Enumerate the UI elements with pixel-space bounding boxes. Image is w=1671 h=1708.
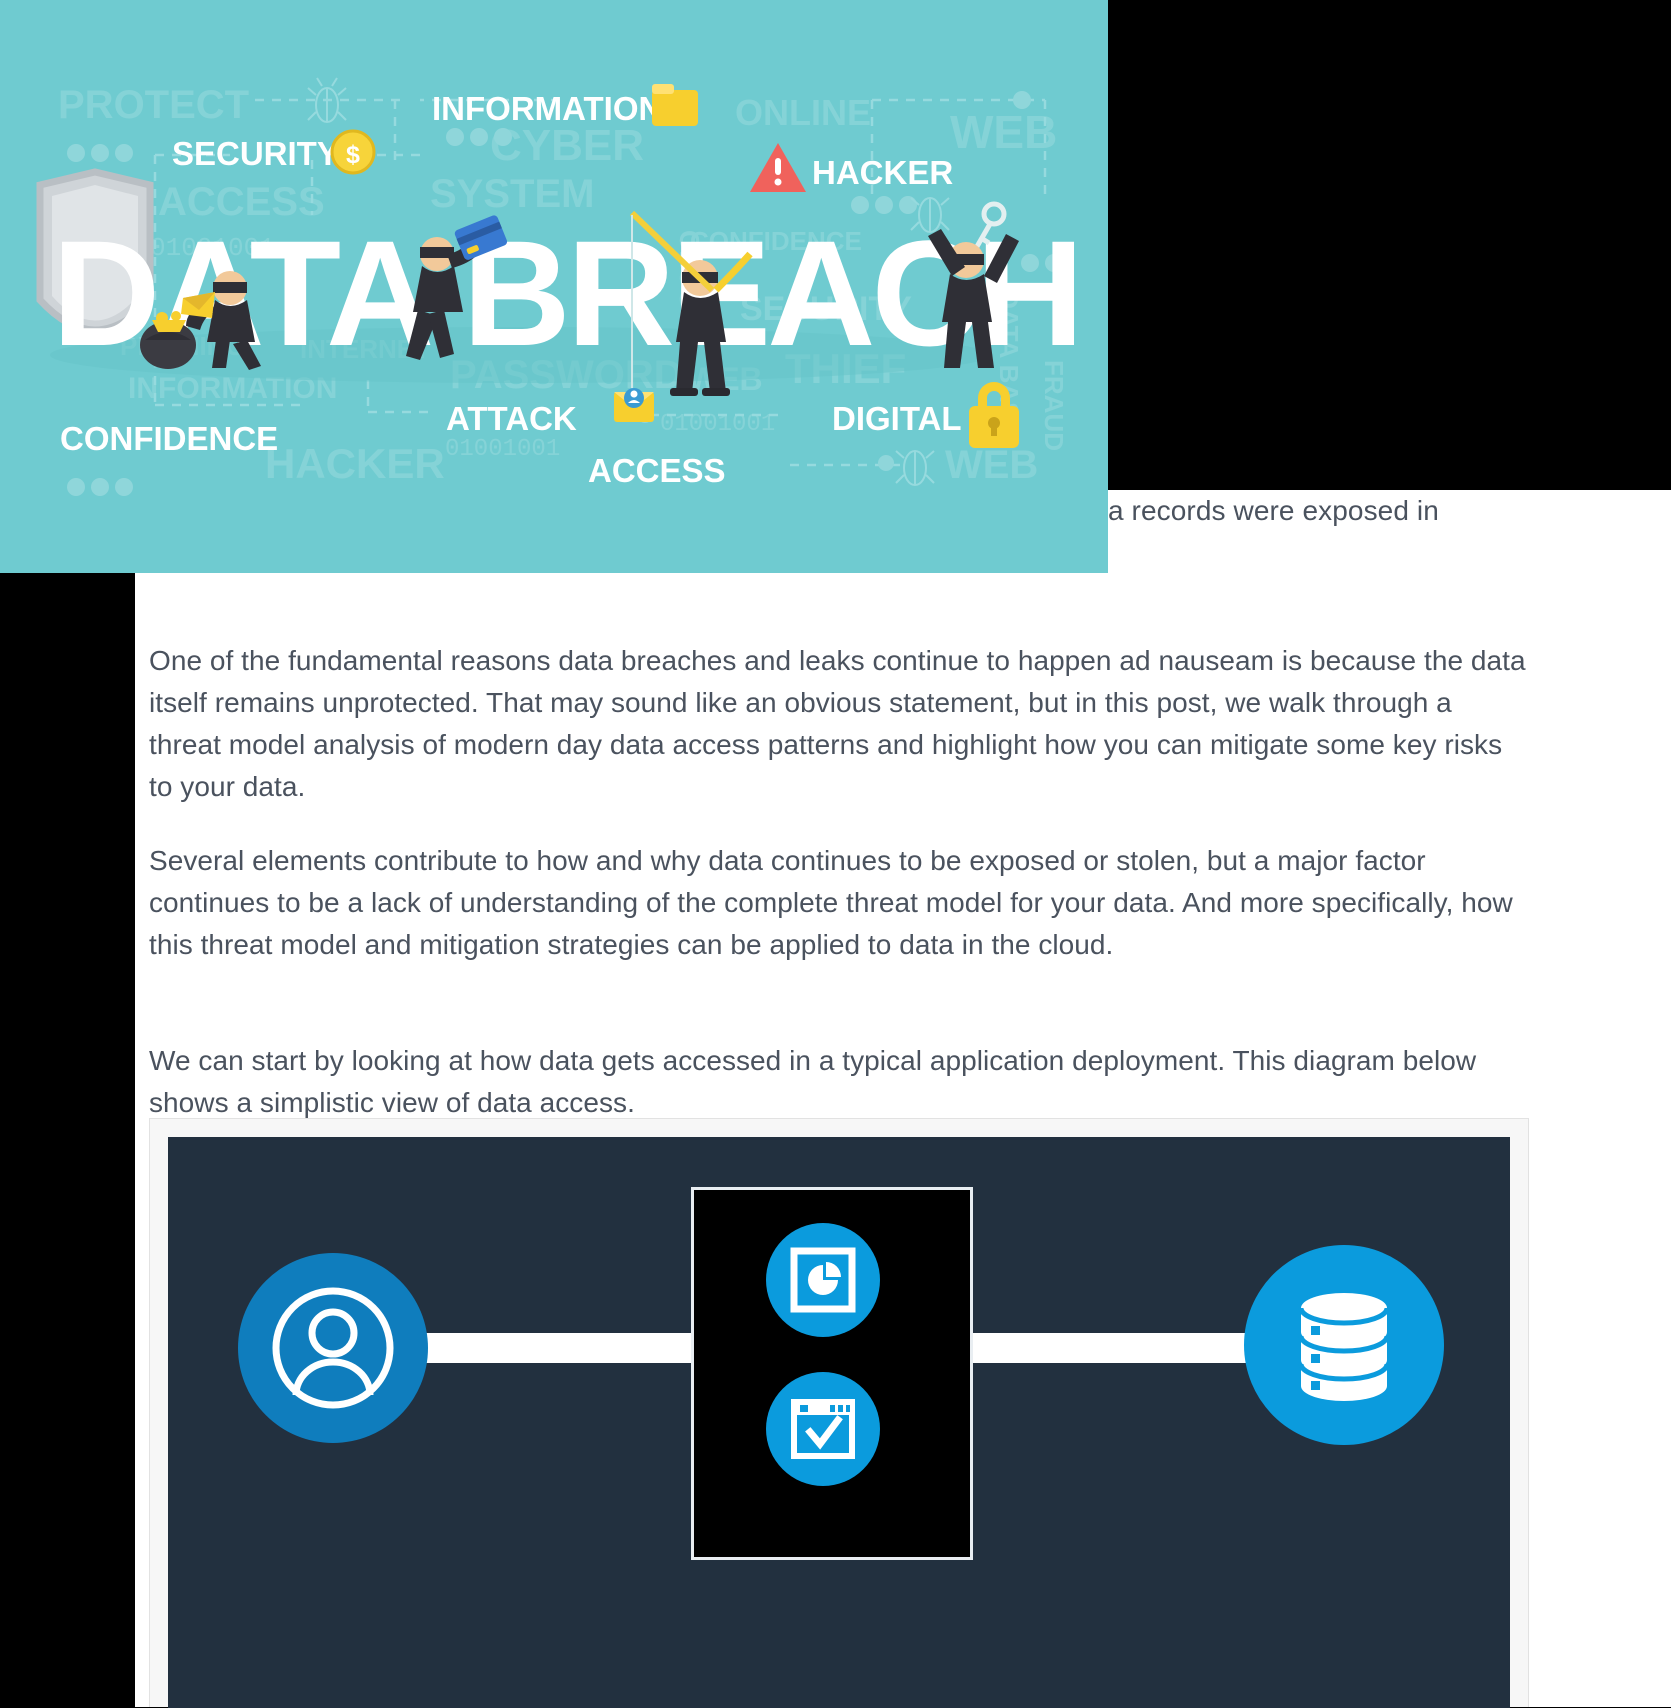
svg-text:PROTECT: PROTECT (58, 83, 249, 127)
article-body: One of the fundamental reasons data brea… (135, 573, 1671, 1708)
svg-text:$: $ (346, 141, 360, 169)
hero-title: DATA BREACH (52, 209, 1080, 377)
connector-user-to-app (418, 1333, 708, 1363)
validation-node[interactable] (766, 1372, 880, 1486)
hero-label-digital: DIGITAL (832, 400, 962, 437)
hero-label-information: INFORMATION (432, 90, 662, 127)
hero-label-access: ACCESS (588, 452, 726, 489)
svg-text:HACKER: HACKER (265, 440, 445, 487)
hero-label-security: SECURITY (172, 135, 339, 172)
database-node[interactable] (1244, 1245, 1444, 1445)
database-icon (1298, 1293, 1390, 1401)
hero-artwork: .gw { fill:#85d3d7; font-family:"Liberat… (0, 0, 1108, 573)
coin-dollar-icon: $ (330, 129, 376, 175)
diagram-card (149, 1118, 1529, 1708)
browser-window-check-icon (791, 1399, 855, 1459)
application-node[interactable] (766, 1223, 880, 1337)
paragraph-2: Several elements contribute to how and w… (149, 845, 1513, 960)
svg-text:ONLINE: ONLINE (735, 92, 871, 133)
data-access-diagram (168, 1137, 1510, 1708)
svg-text:WEB: WEB (950, 106, 1057, 158)
exposed-records-fragment: a records were exposed in (1108, 495, 1439, 526)
user-icon (272, 1287, 394, 1409)
svg-text:01001001: 01001001 (445, 436, 560, 463)
folder-icon (652, 84, 698, 126)
top-text-strip: a records were exposed in (1108, 490, 1671, 573)
pie-chart-app-icon (790, 1247, 856, 1313)
paragraph-3: We can start by looking at how data gets… (149, 1045, 1477, 1118)
hero-label-hacker: HACKER (812, 154, 953, 191)
hero-banner-image: .gw { fill:#85d3d7; font-family:"Liberat… (0, 0, 1108, 573)
svg-text:WEB: WEB (945, 443, 1038, 487)
paragraph-1: One of the fundamental reasons data brea… (149, 645, 1526, 802)
user-node[interactable] (238, 1253, 428, 1443)
application-server-panel (691, 1187, 973, 1560)
svg-text:CYBER: CYBER (490, 121, 644, 170)
hero-label-confidence: CONFIDENCE (60, 420, 278, 457)
hero-label-attack: ATTACK (446, 400, 577, 437)
